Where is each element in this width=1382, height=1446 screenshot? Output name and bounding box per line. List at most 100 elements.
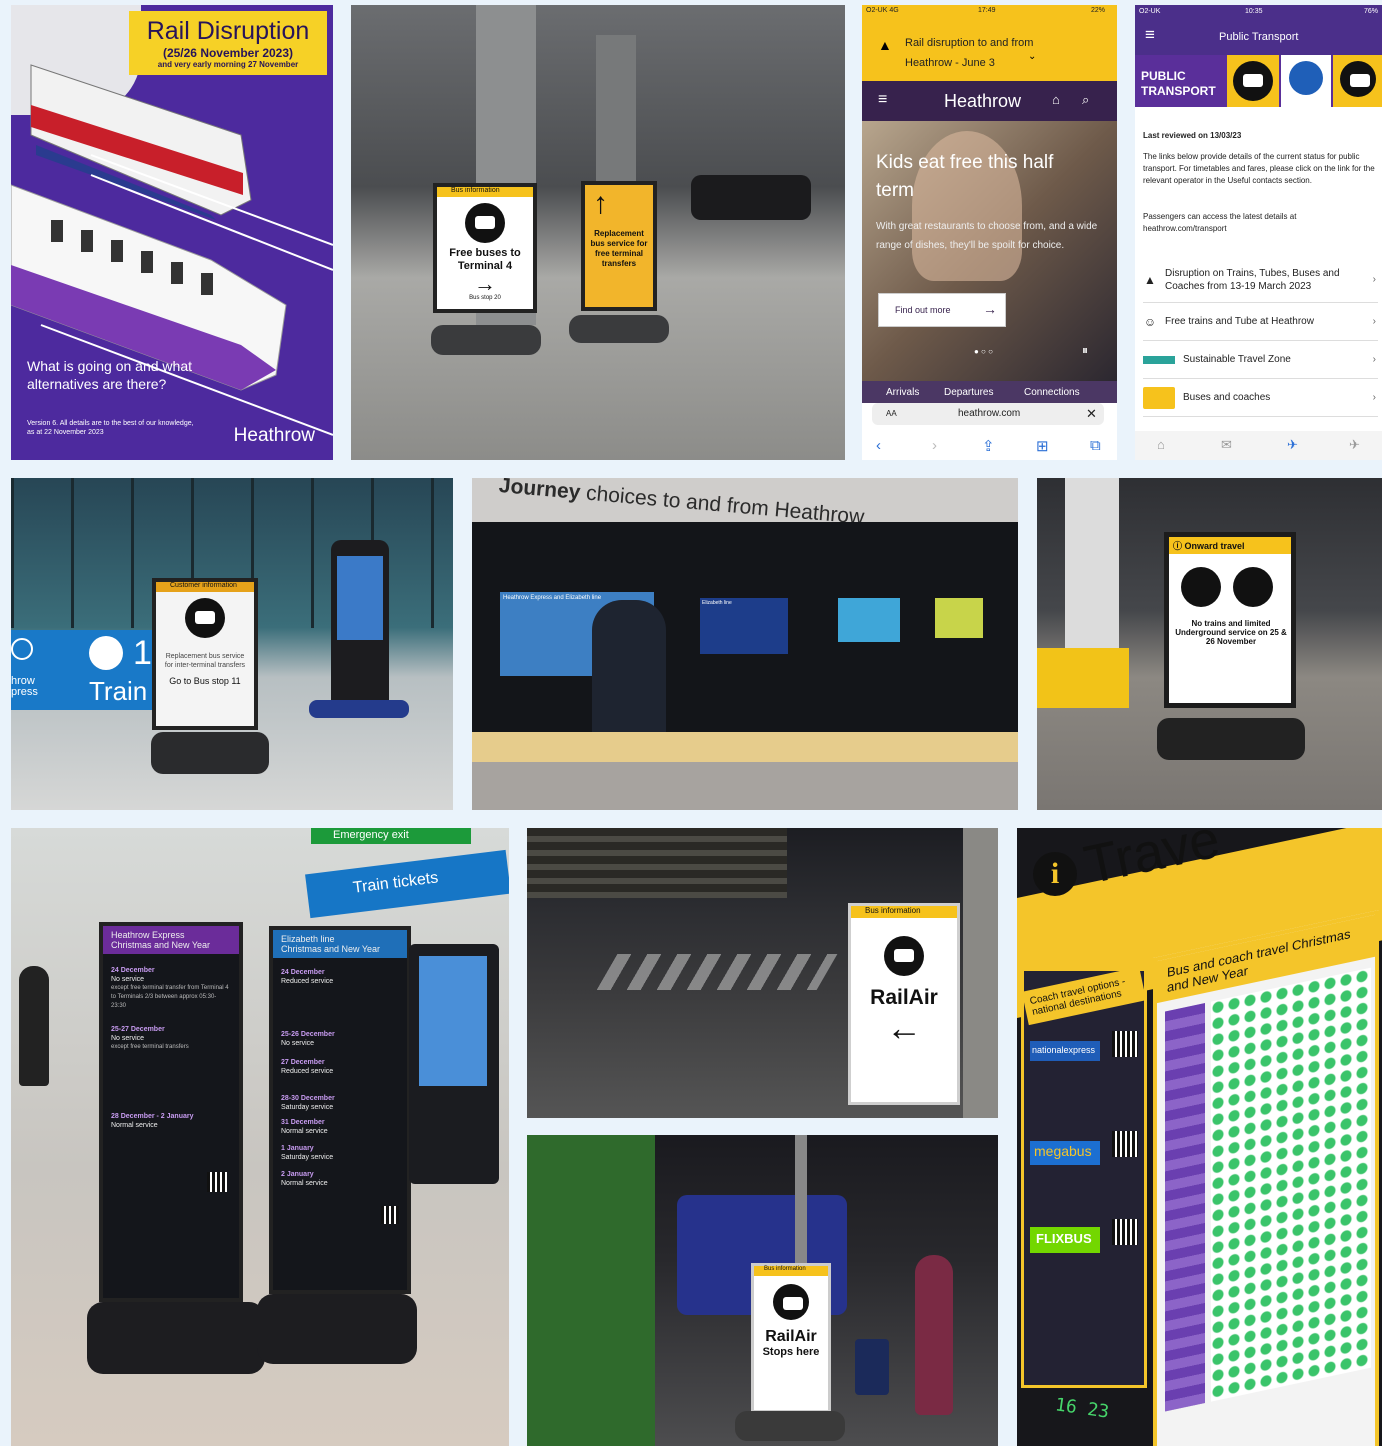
green-bus bbox=[527, 1135, 655, 1446]
heathrow-express-board: Heathrow Express Christmas and New Year … bbox=[99, 922, 243, 1302]
home-icon[interactable]: ⌂ bbox=[1157, 437, 1165, 452]
board-note: except free terminal transfers bbox=[111, 1044, 189, 1050]
tab-arrivals[interactable]: Arrivals bbox=[886, 387, 919, 398]
screen-4 bbox=[935, 598, 983, 638]
coach-options-panel: Coach travel options - national destinat… bbox=[1021, 966, 1147, 1388]
sign-text: Replacement bus service for free termina… bbox=[590, 229, 648, 268]
chat-icon[interactable]: ✉ bbox=[1221, 437, 1232, 453]
menu-icon[interactable]: ≡ bbox=[878, 91, 887, 109]
sign-text: Free buses to Terminal 4 bbox=[449, 247, 521, 272]
message-icon[interactable]: ✈ bbox=[1287, 437, 1298, 453]
national-express-logo: nationalexpress bbox=[1030, 1041, 1100, 1061]
onward-travel-photo: ⓘ Onward travel No trains and limited Un… bbox=[1037, 478, 1382, 810]
disruption-banner[interactable]: ▲ Rail disruption to and from Heathrow -… bbox=[862, 19, 1117, 81]
train-circle-icon bbox=[89, 636, 123, 670]
site-logo[interactable]: Heathrow bbox=[944, 91, 1021, 112]
bottom-nav: ⌂ ✉ ✈ ✈ bbox=[1135, 431, 1382, 460]
train-icon bbox=[1281, 55, 1331, 107]
lit-bench bbox=[472, 732, 1018, 762]
bus-icon bbox=[1227, 55, 1279, 107]
back-icon[interactable]: ‹ bbox=[876, 437, 881, 454]
onward-travel-sign: ⓘ Onward travel No trains and limited Un… bbox=[1164, 532, 1296, 708]
megabus-logo: megabus bbox=[1030, 1141, 1100, 1165]
status-battery: 76% bbox=[1363, 8, 1378, 15]
list-item-free-trains[interactable]: ☺ Free trains and Tube at Heathrow › bbox=[1143, 303, 1378, 341]
flight-icon[interactable]: ✈ bbox=[1349, 437, 1360, 453]
status-time: 10:35 bbox=[1245, 8, 1263, 15]
elizabeth-line-board: Elizabeth line Christmas and New Year 24… bbox=[269, 926, 411, 1294]
carousel-dots[interactable]: ● ○ ○ bbox=[974, 347, 993, 356]
qr-code bbox=[381, 1206, 399, 1224]
board-list: 24 December No service except free termi… bbox=[103, 954, 239, 1136]
board-status: Normal service bbox=[281, 1128, 328, 1135]
list-item-disruption[interactable]: ▲ Disruption on Trains, Tubes, Buses and … bbox=[1143, 257, 1378, 303]
status-grid bbox=[1211, 967, 1371, 1402]
pause-icon[interactable]: ⏸ bbox=[1082, 343, 1088, 358]
section-banner: PUBLIC TRANSPORT bbox=[1135, 55, 1382, 107]
smile-icon: ☺ bbox=[1143, 314, 1157, 329]
car-park-photo: Bus information Free buses to Terminal 4… bbox=[351, 5, 845, 460]
close-icon[interactable]: ✕ bbox=[1086, 406, 1097, 422]
tab-bar: Arrivals Departures Connections bbox=[862, 381, 1117, 403]
railair-sign: Bus information RailAir ← bbox=[851, 906, 957, 1102]
bookmarks-icon[interactable]: ⊞ bbox=[1036, 437, 1049, 455]
tabs-icon[interactable]: ⧉ bbox=[1090, 437, 1101, 454]
site-header: ≡ Heathrow ⌂ ⌕ bbox=[862, 81, 1117, 121]
tube-icon bbox=[1333, 55, 1382, 107]
board-title: Heathrow Express bbox=[111, 930, 185, 940]
arrow-right-icon: → bbox=[983, 301, 997, 317]
route-column bbox=[1165, 1002, 1205, 1412]
menu-icon[interactable]: ≡ bbox=[1145, 25, 1155, 45]
suitcase bbox=[855, 1339, 889, 1395]
sign-header: ⓘ Onward travel bbox=[1169, 537, 1291, 554]
board-status: Normal service bbox=[111, 1122, 158, 1129]
banner-text: Rail disruption to and from Heathrow - J… bbox=[905, 37, 1034, 69]
digital-kiosk bbox=[331, 540, 389, 700]
replacement-bus-kiosk-sign: Customer information Replacement bus ser… bbox=[152, 578, 258, 730]
tab-connections[interactable]: Connections bbox=[1024, 387, 1080, 398]
sign-base bbox=[431, 325, 541, 355]
poster-dates: (25/26 November 2023) bbox=[162, 46, 294, 60]
kiosk-base bbox=[309, 700, 409, 718]
christmas-boards-photo: Emergency exit Train tickets Heathrow Ex… bbox=[11, 828, 509, 1446]
hero-title: Kids eat free this half term bbox=[876, 152, 1054, 201]
list-item-buses[interactable]: Buses and coaches › bbox=[1143, 379, 1378, 417]
railair-stop-photo: Bus information RailAir Stops here bbox=[527, 1135, 998, 1446]
sign-stop: Go to Bus stop 11 bbox=[169, 676, 241, 686]
heathrow-logo: Heathrow bbox=[233, 425, 315, 446]
find-out-more-button[interactable]: Find out more → bbox=[878, 293, 1006, 327]
train-tickets-text: Train tickets bbox=[352, 869, 440, 897]
url-text: heathrow.com bbox=[958, 408, 1021, 419]
sign-header: Bus information bbox=[851, 906, 957, 918]
status-carrier: O2-UK bbox=[1139, 8, 1161, 15]
poster-title-box: Rail Disruption (25/26 November 2023) an… bbox=[129, 11, 327, 75]
share-icon[interactable]: ⇪ bbox=[982, 437, 995, 455]
list-item-travel-zone[interactable]: Sustainable Travel Zone › bbox=[1143, 341, 1378, 379]
list-item-label: Disruption on Trains, Tubes, Buses and C… bbox=[1165, 267, 1340, 292]
tab-departures[interactable]: Departures bbox=[944, 387, 993, 398]
page-title: Public Transport bbox=[1219, 31, 1299, 43]
poster-version: Version 6. All details are to the best o… bbox=[27, 420, 194, 436]
reader-button[interactable]: AA bbox=[886, 409, 897, 418]
right-arrow-icon: → bbox=[474, 271, 496, 296]
board-date: 24 December bbox=[281, 969, 325, 976]
chevron-right-icon: › bbox=[1372, 354, 1376, 365]
wall-number: 1 bbox=[133, 634, 152, 672]
lamp-post bbox=[795, 1135, 807, 1275]
board-status: No service bbox=[111, 976, 145, 983]
status-time: 17:49 bbox=[978, 7, 996, 14]
timetable-panel: Bus and coach travel Christmas and New Y… bbox=[1153, 909, 1379, 1446]
black-cab bbox=[691, 175, 811, 220]
bus-cross-icon bbox=[1181, 567, 1221, 607]
rail-disruption-poster: Rail Disruption (25/26 November 2023) an… bbox=[11, 5, 333, 460]
wall bbox=[963, 828, 998, 1118]
board-subtitle: Christmas and New Year bbox=[281, 944, 381, 954]
url-bar[interactable]: AA heathrow.com ✕ bbox=[872, 403, 1104, 425]
basket-icon[interactable]: ⌂ bbox=[1052, 92, 1060, 107]
board-status: Reduced service bbox=[281, 978, 334, 985]
search-icon[interactable]: ⌕ bbox=[1082, 92, 1089, 108]
travel-info-board-photo: i Trave Coach travel options - national … bbox=[1017, 828, 1382, 1446]
warning-icon: ▲ bbox=[878, 37, 892, 53]
forward-icon[interactable]: › bbox=[932, 437, 937, 454]
train-tickets-sign: Train tickets bbox=[305, 849, 509, 919]
